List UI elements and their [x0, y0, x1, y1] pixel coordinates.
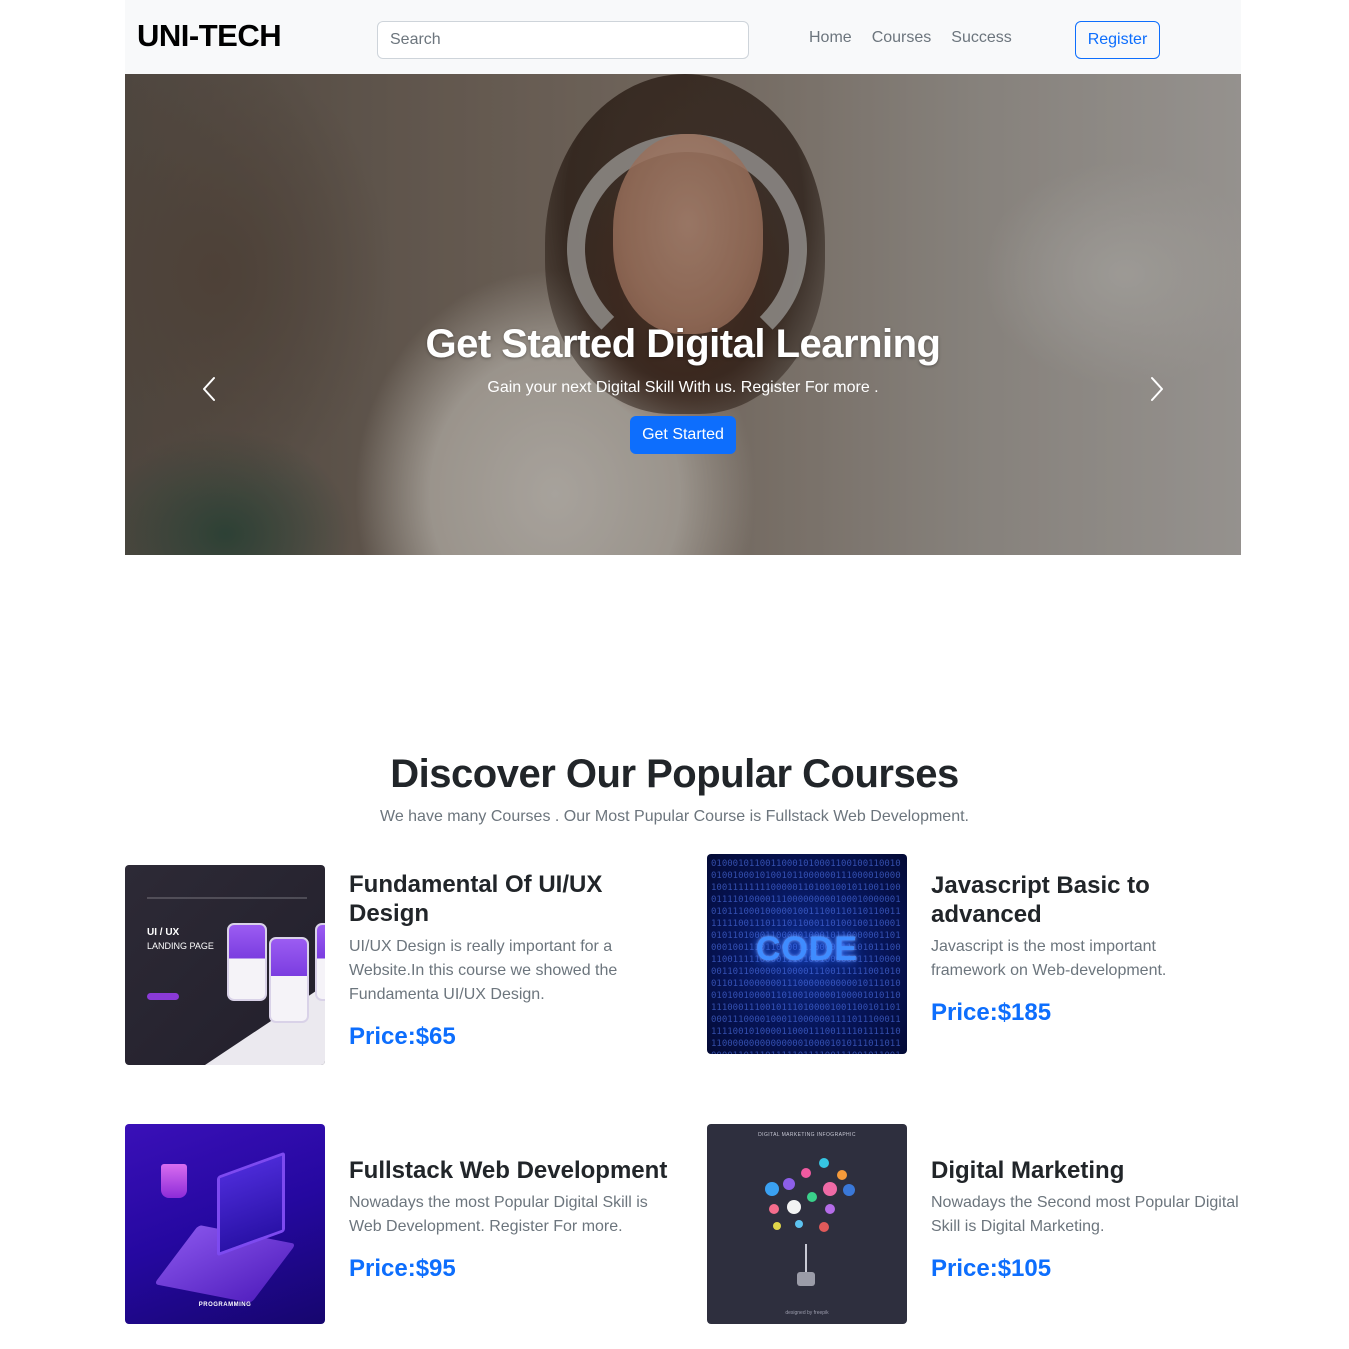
nav-link-success[interactable]: Success	[951, 29, 1011, 47]
social-dot-icon	[823, 1182, 837, 1196]
hero-overlay	[125, 74, 1241, 555]
get-started-button[interactable]: Get Started	[630, 416, 736, 454]
course-title[interactable]: Digital Marketing	[931, 1156, 1251, 1185]
social-dot-icon	[819, 1222, 829, 1232]
course-title[interactable]: Javascript Basic to advanced	[931, 871, 1231, 929]
thumb-caption: DIGITAL MARKETING INFOGRAPHIC	[758, 1132, 856, 1138]
nav-link-courses[interactable]: Courses	[872, 29, 932, 47]
nav-links: Home Courses Success	[809, 29, 1032, 47]
navbar: UNI-TECH Home Courses Success Register	[125, 0, 1241, 74]
course-thumbnail-marketing[interactable]: DIGITAL MARKETING INFOGRAPHIC designed b…	[707, 1124, 907, 1324]
course-price: Price:$95	[349, 1255, 456, 1282]
course-price: Price:$65	[349, 1023, 456, 1050]
thumb-heading: UI / UX	[147, 927, 180, 938]
course-title[interactable]: Fundamental Of UI/UX Design	[349, 870, 649, 928]
course-thumbnail-uiux[interactable]: UI / UX LANDING PAGE	[125, 865, 325, 1065]
thumb-cup-shape	[161, 1164, 187, 1198]
register-button[interactable]: Register	[1075, 21, 1160, 59]
thumb-subheading: LANDING PAGE	[147, 941, 214, 951]
social-dot-icon	[773, 1222, 781, 1230]
course-description: UI/UX Design is really important for a W…	[349, 938, 618, 1003]
thumb-divider	[147, 897, 307, 899]
linkedin-icon	[843, 1184, 855, 1196]
thumb-credit: designed by freepik	[785, 1310, 829, 1316]
social-dot-icon	[807, 1192, 817, 1202]
brand-logo[interactable]: UNI-TECH	[137, 18, 282, 54]
thumb-phone-shape	[227, 923, 267, 1001]
social-dot-icon	[783, 1178, 795, 1190]
lightbulb-icon	[797, 1272, 815, 1286]
thumb-code-word: CODE	[755, 930, 859, 968]
course-thumbnail-code[interactable]: 0100010110011000101000110010011001001001…	[707, 854, 907, 1054]
course-title[interactable]: Fullstack Web Development	[349, 1156, 669, 1185]
thumb-bulb-stem	[805, 1244, 807, 1274]
course-description: Javascript is the most important framewo…	[931, 938, 1167, 979]
hero-caption: Get Started Digital Learning Gain your n…	[125, 322, 1241, 454]
course-description: Nowadays the most Popular Digital Skill …	[349, 1194, 648, 1235]
courses-section-subtitle: We have many Courses . Our Most Pupular …	[380, 808, 969, 825]
social-dot-icon	[795, 1220, 803, 1228]
hero-subtitle: Gain your next Digital Skill With us. Re…	[487, 379, 879, 396]
hero-title: Get Started Digital Learning	[425, 322, 941, 366]
social-dot-icon	[819, 1158, 829, 1168]
nav-link-home[interactable]: Home	[809, 29, 852, 47]
thumb-phone-shape	[269, 937, 309, 1023]
social-dot-icon	[787, 1200, 801, 1214]
social-dot-icon	[825, 1204, 835, 1214]
courses-section-title: Discover Our Popular Courses	[390, 752, 959, 796]
social-dot-icon	[837, 1170, 847, 1180]
twitter-icon	[765, 1182, 779, 1196]
course-description: Nowadays the Second most Popular Digital…	[931, 1194, 1239, 1235]
course-thumbnail-programming[interactable]: PROGRAMMING	[125, 1124, 325, 1324]
course-price: Price:$105	[931, 1255, 1052, 1282]
social-dot-icon	[769, 1204, 779, 1214]
course-price: Price:$185	[931, 999, 1052, 1026]
hero-carousel: Get Started Digital Learning Gain your n…	[125, 74, 1241, 555]
search-input[interactable]	[377, 21, 749, 59]
thumb-caption: PROGRAMMING	[198, 1302, 252, 1308]
social-dot-icon	[801, 1168, 811, 1178]
thumb-phone-shape	[315, 923, 325, 1001]
thumb-button-shape	[147, 993, 179, 1000]
